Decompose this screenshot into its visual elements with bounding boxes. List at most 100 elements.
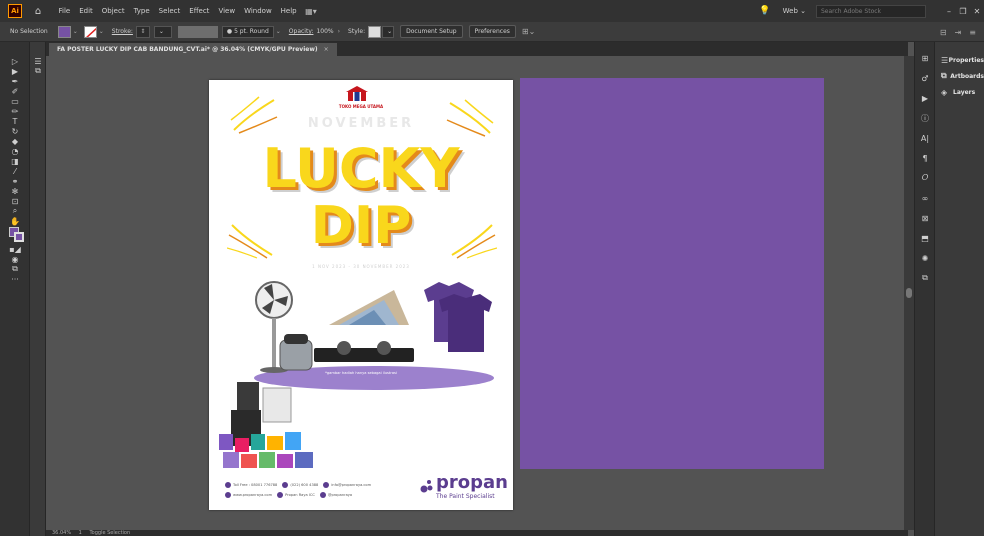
blend-tool-icon[interactable]: ⚭ xyxy=(0,176,30,186)
transform-panel-icon[interactable]: ⬒ xyxy=(915,228,935,248)
direct-selection-tool-icon[interactable]: ▶ xyxy=(0,66,30,76)
selection-tool-icon[interactable]: ▷ xyxy=(0,56,30,66)
document-setup-button[interactable]: Document Setup xyxy=(400,25,463,38)
opacity-arrow-icon[interactable]: › xyxy=(338,28,340,35)
menu-effect[interactable]: Effect xyxy=(185,7,214,15)
contact-info: Toll Free : 08001 776788 (022) 600 4388 … xyxy=(225,480,425,500)
fill-dropdown-icon[interactable]: ⌄ xyxy=(73,28,78,35)
panel-icon-strip: ⊞ ♂ ▶ ⓘ A| ¶ 𝑂 ∞ ⊠ ⬒ ✺ ⧉ xyxy=(914,42,934,536)
eyedropper-tool-icon[interactable]: ⁄ xyxy=(0,166,30,176)
main-menu: File Edit Object Type Select Effect View… xyxy=(54,7,301,15)
minimize-button[interactable]: – xyxy=(942,7,956,16)
warp-tool-icon[interactable]: ◆ xyxy=(0,136,30,146)
workspace-switcher[interactable]: Web ⌄ xyxy=(783,7,806,15)
panel-properties[interactable]: ☰ Properties xyxy=(935,52,984,68)
status-tool[interactable]: Toggle Selection xyxy=(89,530,130,536)
panel-artboards[interactable]: ⧉ Artboards xyxy=(935,68,984,84)
actions-play-icon[interactable]: ▶ xyxy=(915,88,935,108)
propan-tagline: The Paint Specialist xyxy=(436,493,495,500)
transform-icon[interactable]: ⇥ xyxy=(955,28,962,37)
document-tab[interactable]: FA POSTER LUCKY DIP CAB BANDUNG_CVT.ai* … xyxy=(49,43,337,56)
links-icon[interactable]: ∞ xyxy=(915,188,935,208)
menu-file[interactable]: File xyxy=(54,7,75,15)
hand-tool-icon[interactable]: ✋ xyxy=(0,216,30,226)
more-tools-icon[interactable]: ··· xyxy=(0,274,30,284)
rotate-tool-icon[interactable]: ↻ xyxy=(0,126,30,136)
pen-tool-icon[interactable]: ✒ xyxy=(0,76,30,86)
pencil-tool-icon[interactable]: ✏ xyxy=(0,106,30,116)
zoom-level[interactable]: 36.04% xyxy=(52,530,71,536)
menu-type[interactable]: Type xyxy=(129,7,154,15)
stroke-dropdown-icon[interactable]: ⌄ xyxy=(99,28,104,35)
discover-lightbulb-icon[interactable]: 💡 xyxy=(759,6,770,16)
stroke-weight-stepper[interactable]: ⇕ xyxy=(135,25,150,38)
properties-icon: ☰ xyxy=(941,55,949,65)
panel-expand-icon[interactable]: ⧉ xyxy=(30,66,46,76)
vertical-scrollbar[interactable] xyxy=(904,56,914,530)
contact-row: Toll Free : 08001 776788 (022) 600 4388 … xyxy=(225,480,425,490)
appearance-icon[interactable]: ♂ xyxy=(915,68,935,88)
close-window-button[interactable]: ✕ xyxy=(970,7,984,16)
info-icon[interactable]: ⓘ xyxy=(915,108,935,128)
draw-mode-icon[interactable]: ◉ xyxy=(0,254,30,264)
purple-artboard[interactable] xyxy=(520,78,824,469)
brush-definition-dropdown[interactable]: ● 5 pt. Round xyxy=(221,25,274,38)
menu-select[interactable]: Select xyxy=(154,7,185,15)
menu-view[interactable]: View xyxy=(214,7,240,15)
panel-layers[interactable]: ◈ Layers xyxy=(935,84,984,100)
firework-spark-top-right xyxy=(446,99,494,137)
phone-icon xyxy=(282,482,289,488)
align-icon[interactable]: ⊟ xyxy=(940,28,947,37)
menu-edit[interactable]: Edit xyxy=(75,7,98,15)
graphic-style-swatch[interactable] xyxy=(368,25,382,38)
restore-button[interactable]: ❐ xyxy=(956,7,970,16)
fill-color-swatch[interactable] xyxy=(57,25,71,38)
menu-object[interactable]: Object xyxy=(97,7,129,15)
scroll-thumb[interactable] xyxy=(906,288,912,298)
gradient-tool-icon[interactable]: ◨ xyxy=(0,156,30,166)
screen-mode-icon[interactable]: ⧉ xyxy=(0,264,30,274)
panel-list: ☰ Properties ⧉ Artboards ◈ Layers xyxy=(934,42,984,536)
stroke-label[interactable]: Stroke: xyxy=(112,28,133,35)
artboard-navigator[interactable]: 1 xyxy=(79,530,82,536)
paragraph-icon[interactable]: ¶ xyxy=(915,148,935,168)
propan-dots-icon xyxy=(420,480,433,493)
panel-collapse-icon[interactable]: ☰ xyxy=(30,56,46,66)
graphic-style-dropdown[interactable]: ⌄ xyxy=(382,25,395,38)
stroke-swatch[interactable] xyxy=(14,232,24,242)
opentype-icon[interactable]: 𝑂 xyxy=(915,168,935,188)
rectangle-tool-icon[interactable]: ▭ xyxy=(0,96,30,106)
character-icon[interactable]: A| xyxy=(915,128,935,148)
color-guide-icon[interactable]: ✺ xyxy=(915,248,935,268)
libraries-icon[interactable]: ⊞ xyxy=(915,48,935,68)
control-menu-icon[interactable]: ≡ xyxy=(969,28,976,37)
curvature-tool-icon[interactable]: ✐ xyxy=(0,86,30,96)
stroke-color-swatch[interactable] xyxy=(83,25,97,38)
opacity-value[interactable]: 100% xyxy=(316,28,333,35)
menu-help[interactable]: Help xyxy=(276,7,301,15)
zoom-tool-icon[interactable]: ⌕ xyxy=(0,206,30,216)
stock-search-input[interactable]: Search Adobe Stock xyxy=(816,4,926,18)
variable-width-profile[interactable] xyxy=(177,25,218,38)
tools-panel: ▷ ▶ ✒ ✐ ▭ ✏ T ↻ ◆ ◔ ◨ ⁄ ⚭ ✻ ⊡ ⌕ ✋ ▪◢ ◉ ⧉… xyxy=(0,42,30,536)
poster-artboard[interactable]: TOKO MEGA UTAMA NOVEMBER LUCKY DIP 1 NOV… xyxy=(209,80,513,510)
external-link-icon[interactable]: ⧉ xyxy=(915,268,935,288)
arrange-documents-icon[interactable]: ⊞⌄ xyxy=(522,27,535,36)
home-icon[interactable]: ⌂ xyxy=(32,6,44,17)
shape-builder-tool-icon[interactable]: ◔ xyxy=(0,146,30,156)
export-asset-icon[interactable]: ⊠ xyxy=(915,208,935,228)
stroke-weight-dropdown[interactable]: ⌄ xyxy=(153,25,172,38)
menu-window[interactable]: Window xyxy=(240,7,277,15)
type-tool-icon[interactable]: T xyxy=(0,116,30,126)
preferences-button[interactable]: Preferences xyxy=(468,25,516,38)
contact-email: info@propanraya.com xyxy=(323,482,371,488)
close-tab-icon[interactable]: × xyxy=(324,46,329,53)
workspace-layout-icon[interactable]: ▦▾ xyxy=(305,7,317,16)
opacity-label[interactable]: Opacity: xyxy=(289,28,314,35)
artboard-tool-icon[interactable]: ⊡ xyxy=(0,196,30,206)
symbol-sprayer-tool-icon[interactable]: ✻ xyxy=(0,186,30,196)
fill-stroke-indicator[interactable] xyxy=(0,226,30,244)
secondary-tool-strip: ☰ ⧉ xyxy=(30,42,46,536)
color-mode-icon[interactable]: ▪◢ xyxy=(0,244,30,254)
brush-dropdown-icon[interactable]: ⌄ xyxy=(276,28,281,35)
